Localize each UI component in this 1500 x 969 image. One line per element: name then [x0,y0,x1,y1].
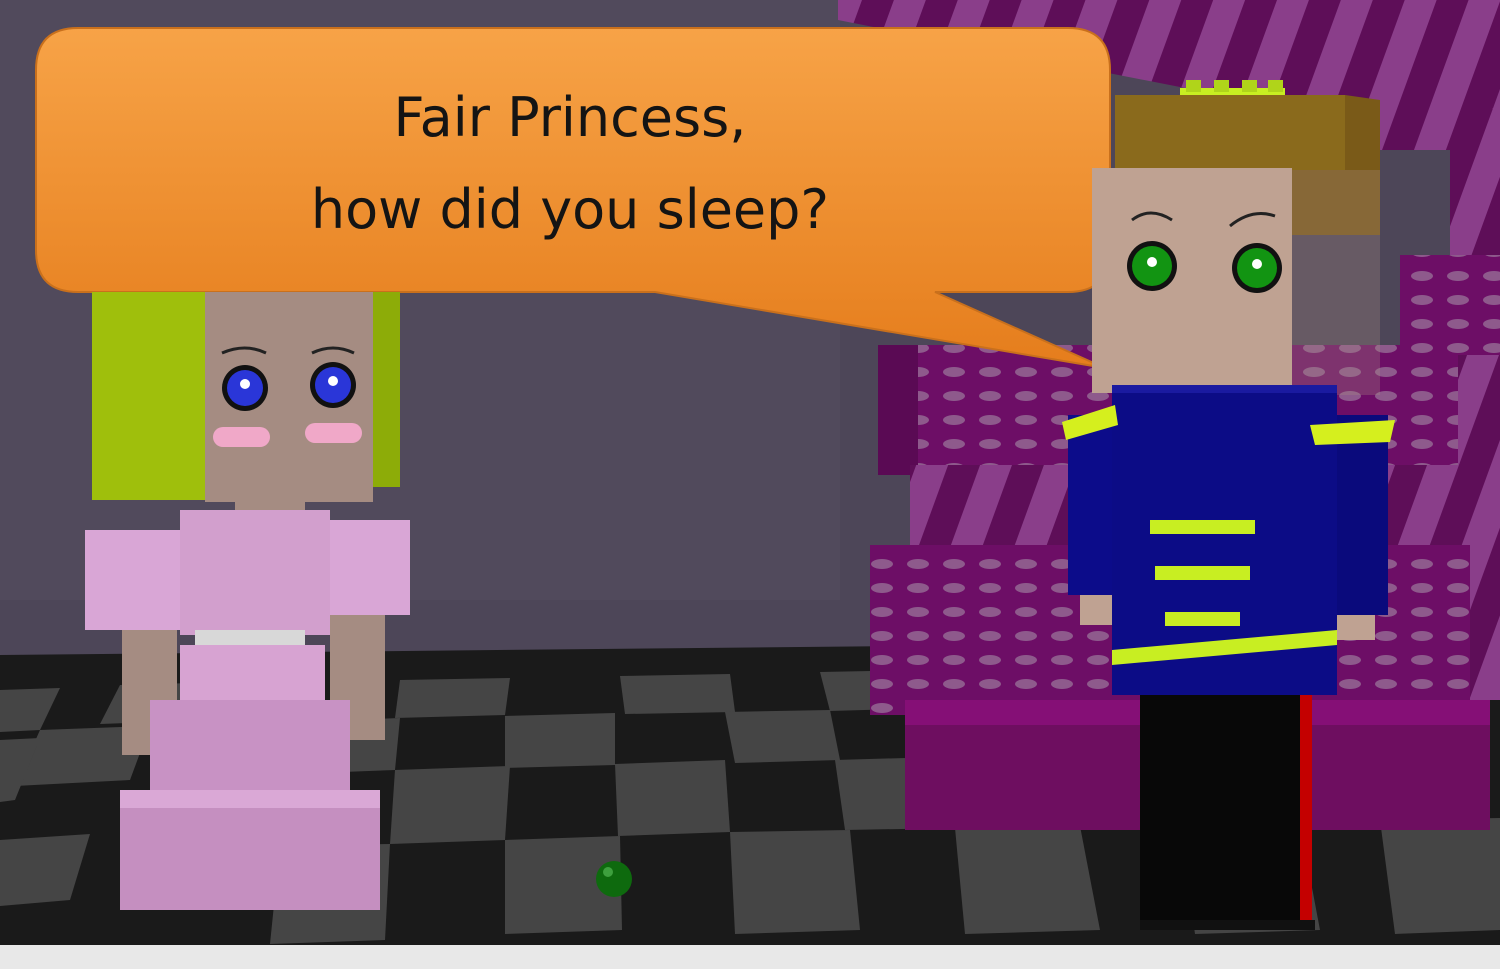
green-ball [596,861,632,897]
dialogue-line-1: Fair Princess, [393,86,747,149]
speech-bubble-text: Fair Princess, how did you sleep? [40,72,1100,256]
dialogue-line-2: how did you sleep? [310,178,830,241]
game-scene: Fair Princess, how did you sleep? [0,0,1500,969]
princess-character [85,292,410,910]
